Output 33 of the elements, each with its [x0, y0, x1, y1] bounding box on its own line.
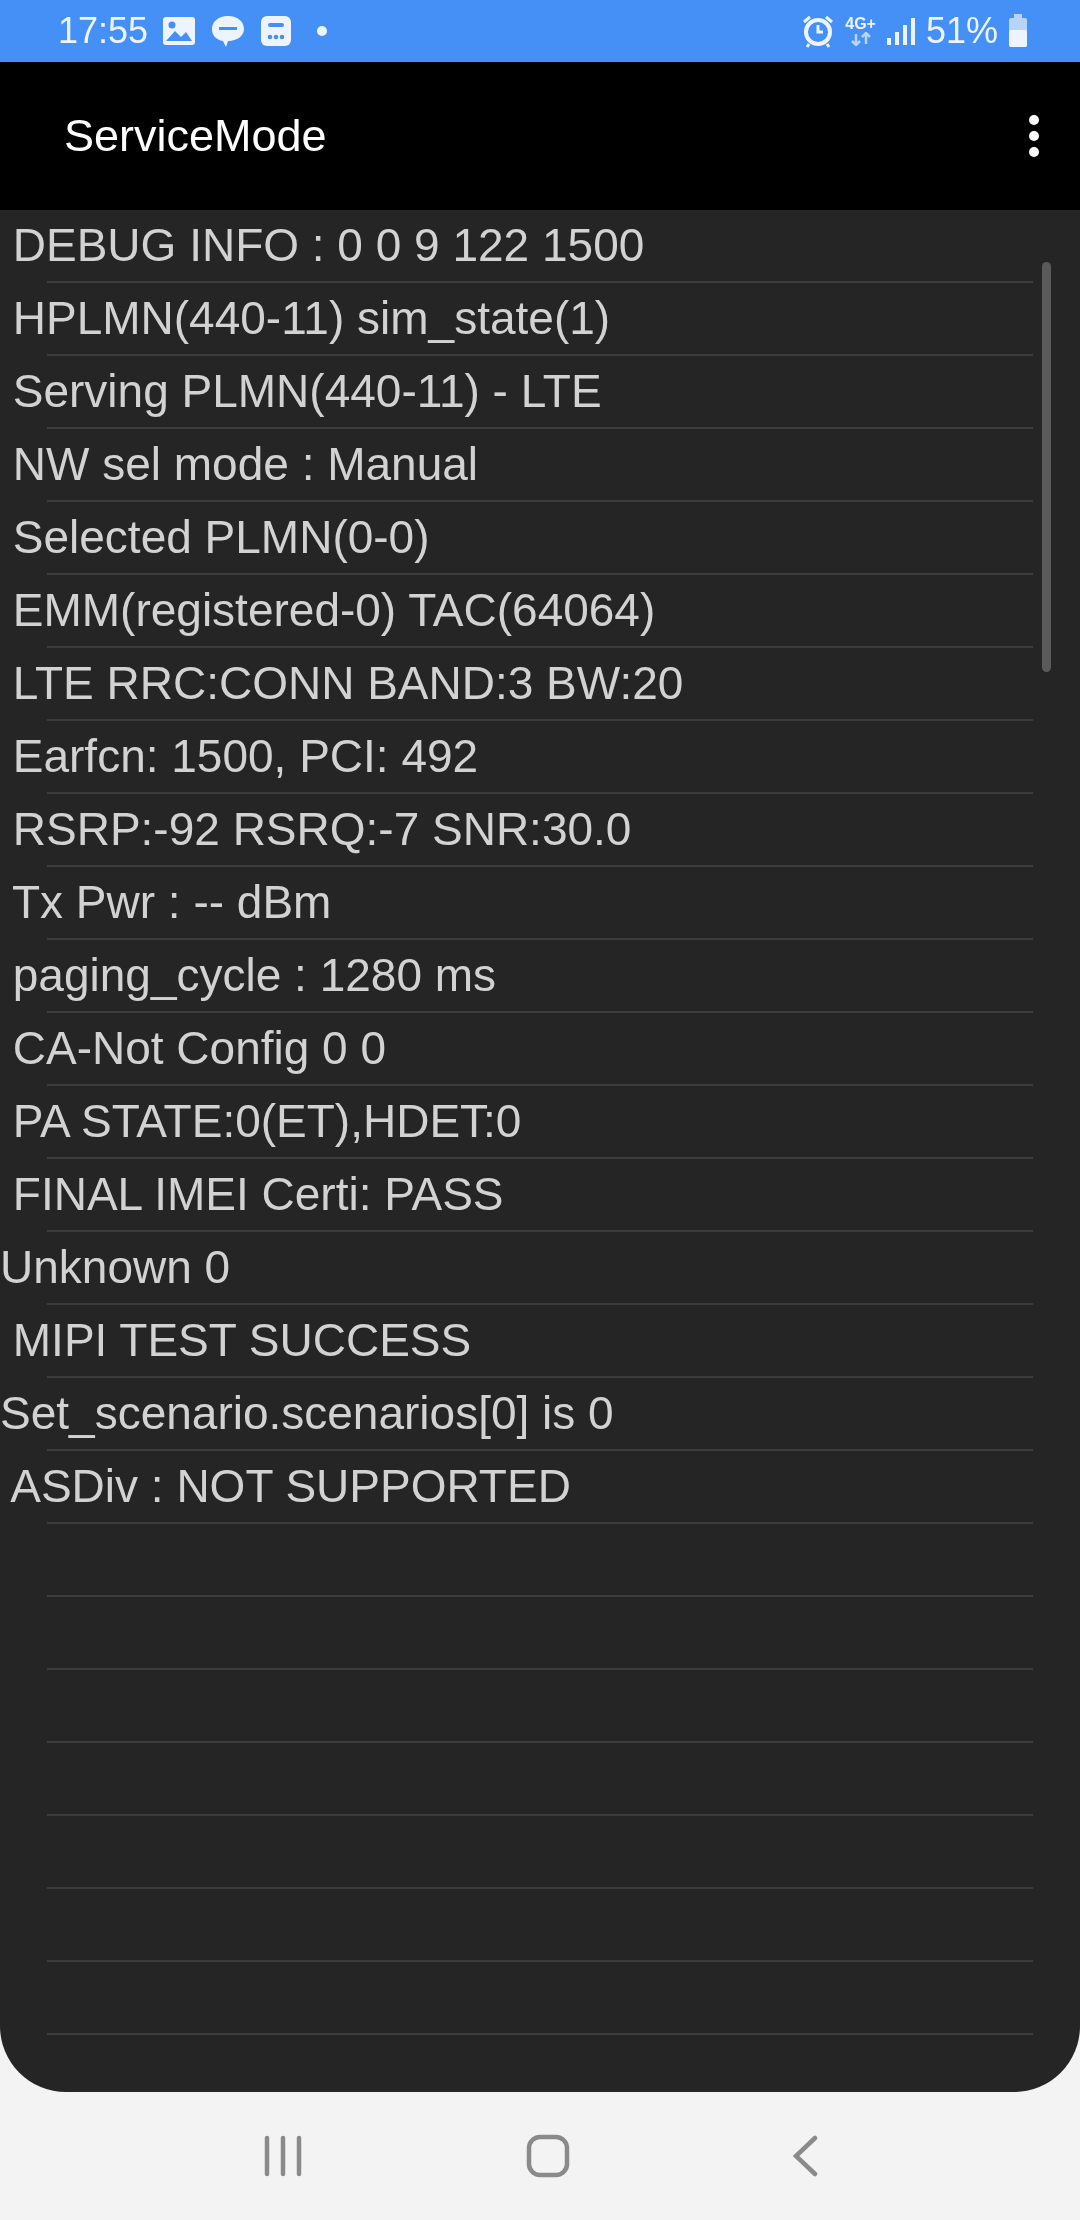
info-line: CA-Not Config 0 0	[11, 1024, 387, 1075]
info-line: Earfcn: 1500, PCI: 492	[11, 732, 479, 783]
info-line: MIPI TEST SUCCESS	[11, 1316, 472, 1367]
info-line: paging_cycle : 1280 ms	[11, 951, 497, 1002]
info-line: FINAL IMEI Certi: PASS	[11, 1170, 504, 1221]
alarm-icon	[801, 14, 836, 48]
info-line: Tx Pwr : -- dBm	[10, 878, 332, 929]
info-line: RSRP:-92 RSRQ:-7 SNR:30.0	[11, 805, 632, 856]
info-line: HPLMN(440-11) sim_state(1)	[11, 294, 611, 345]
clock-time: 17:55	[58, 10, 149, 52]
info-line: Selected PLMN(0-0)	[11, 513, 430, 564]
home-icon[interactable]	[526, 2134, 570, 2178]
info-line: Set_scenario.scenarios[0] is 0	[0, 1389, 614, 1440]
notification-dot-icon	[316, 25, 329, 37]
info-line: NW sel mode : Manual	[11, 440, 479, 491]
info-line: LTE RRC:CONN BAND:3 BW:20	[11, 659, 684, 710]
info-line: DEBUG INFO : 0 0 9 122 1500	[11, 221, 645, 272]
info-line: ASDiv : NOT SUPPORTED	[9, 1462, 571, 1513]
info-line: Serving PLMN(440-11) - LTE	[11, 367, 602, 418]
info-line: Unknown 0	[0, 1243, 231, 1294]
wallet-app-icon	[260, 15, 293, 47]
gallery-icon	[162, 16, 197, 46]
more-options-icon[interactable]	[1028, 114, 1040, 158]
data-arrows-icon	[849, 32, 872, 46]
app-title: ServiceMode	[64, 110, 327, 162]
signal-icon	[885, 16, 916, 46]
chat-bubble-icon	[210, 14, 247, 48]
back-icon[interactable]	[791, 2135, 820, 2177]
battery-icon	[1008, 14, 1028, 48]
info-line: EMM(registered-0) TAC(64064)	[11, 586, 656, 637]
network-type: 4G+	[845, 16, 876, 46]
battery-percent: 51%	[925, 10, 998, 52]
info-line: PA STATE:0(ET),HDET:0	[11, 1097, 522, 1148]
